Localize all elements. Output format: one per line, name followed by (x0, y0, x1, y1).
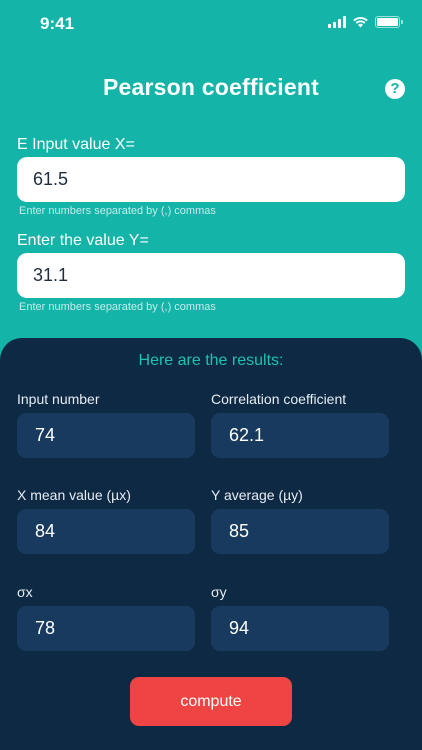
input-y-field[interactable] (17, 253, 405, 298)
status-time: 9:41 (40, 14, 75, 33)
input-number-label: Input number (17, 391, 100, 407)
battery-icon (375, 16, 403, 28)
input-number-value: 74 (17, 413, 195, 458)
status-icons (328, 16, 403, 28)
help-icon[interactable]: ? (385, 79, 405, 99)
results-title: Here are the results: (138, 352, 284, 369)
x-mean-value: 84 (17, 509, 195, 554)
sigma-y-value: 94 (211, 606, 389, 651)
results-panel: Here are the results: Input number 74 Co… (0, 338, 422, 750)
input-x-field[interactable] (17, 157, 405, 202)
wifi-icon (353, 17, 368, 28)
input-y-label: Enter the value Y= (17, 232, 149, 249)
input-x-hint: Enter numbers separated by (,) commas (19, 205, 216, 217)
signal-icon (328, 16, 346, 28)
status-bar: 9:41 (0, 0, 422, 48)
sigma-x-label: σx (17, 584, 33, 600)
page-title: Pearson coefficient (103, 74, 319, 100)
compute-button[interactable]: compute (130, 677, 292, 726)
x-mean-label: X mean value (µx) (17, 487, 131, 503)
input-x-label: E Input value X= (17, 136, 135, 153)
y-average-value: 85 (211, 509, 389, 554)
correlation-label: Correlation coefficient (211, 391, 347, 407)
correlation-value: 62.1 (211, 413, 389, 458)
y-average-label: Y average (µy) (211, 487, 303, 503)
sigma-x-value: 78 (17, 606, 195, 651)
input-y-hint: Enter numbers separated by (,) commas (19, 301, 216, 313)
sigma-y-label: σy (211, 584, 227, 600)
